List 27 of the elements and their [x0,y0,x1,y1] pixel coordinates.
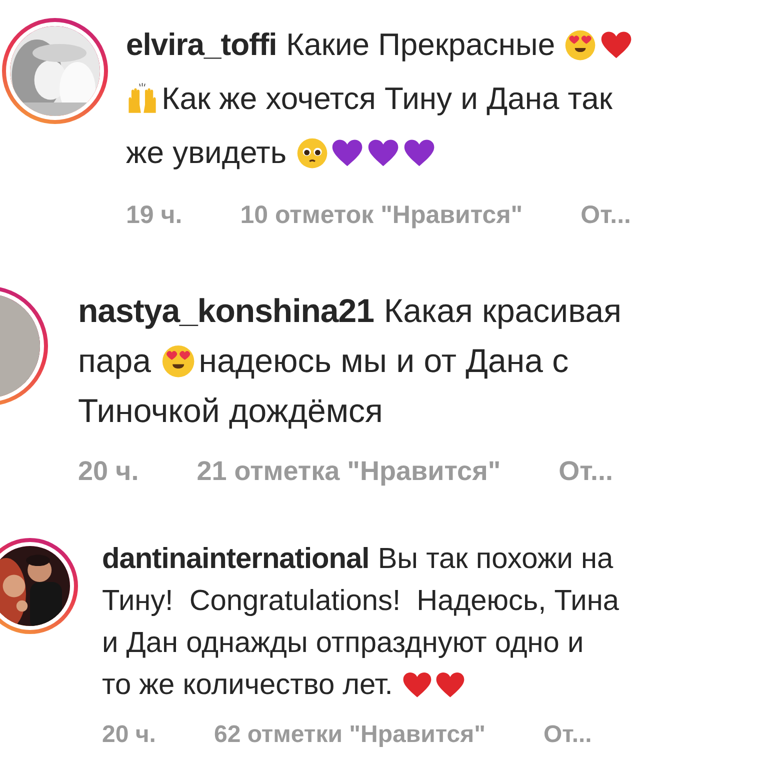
likes-count[interactable]: 21 отметка "Нравится" [196,446,501,496]
comment-text: Тиночкой дождёмся [78,391,383,431]
likes-count[interactable]: 62 отметки "Нравится" [214,714,486,756]
username[interactable]: elvira_toffi [126,18,277,72]
reply-link[interactable]: От... [544,714,592,756]
comment-text: пара [78,341,151,381]
heart-eyes-emoji-icon [564,28,597,62]
username[interactable]: nastya_konshina21 [78,286,374,336]
reply-link[interactable]: От... [558,446,613,496]
comment-text: же увидеть [126,134,287,172]
likes-count[interactable]: 10 отметок "Нравится" [240,188,523,242]
reply-link[interactable]: От... [580,188,631,242]
comment-text: Тину! Congratulations! Надеюсь, Тина [102,584,620,619]
pleading-face-icon [296,136,328,170]
raised-hands-icon [126,82,159,116]
comment-text: Какие Прекрасные [286,26,556,64]
comment-text: Вы так похожи на [378,542,614,577]
comment-time: 20 ч. [78,455,139,488]
comment-text: и Дан однажды отпразднуют одно и [102,626,584,661]
comment-text: Как же хочется Тину и Дана так [162,80,612,118]
heart-eyes-emoji-icon [160,344,196,378]
comment-text: Какая красивая [384,291,622,331]
comment-time: 20 ч. [102,720,156,750]
comment-time: 19 ч. [126,200,182,231]
username[interactable]: dantinainternational [102,538,370,580]
comment-text: то же количество лет. [102,668,393,703]
comment-text: надеюсь мы и от Дана с [198,341,569,381]
